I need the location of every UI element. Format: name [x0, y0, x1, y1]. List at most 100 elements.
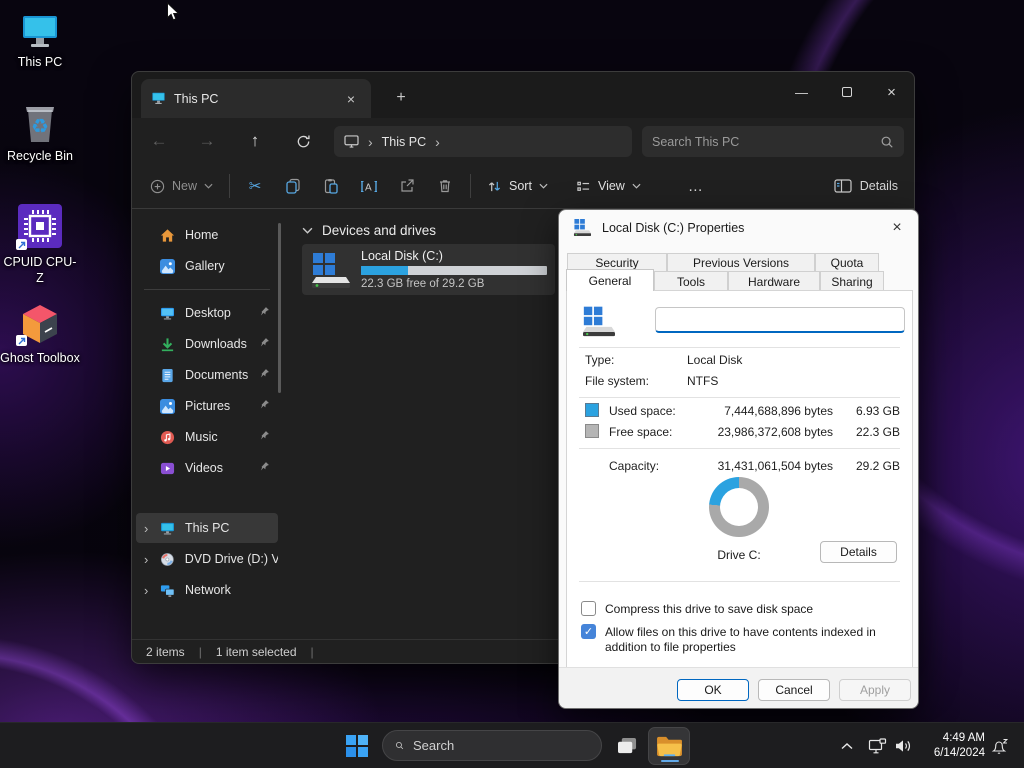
explorer-toolbar: New ✂ A Sort	[132, 164, 914, 209]
back-button[interactable]: ←	[142, 125, 176, 157]
sidebar-item-pictures[interactable]: Pictures	[136, 391, 278, 421]
desktop-wallpaper: This PC ♻ Recycle Bin CPUID CPU-Z	[0, 0, 1024, 768]
taskbar-clock[interactable]: 4:49 AM 6/14/2024	[934, 731, 985, 761]
plus-circle-icon	[150, 179, 165, 194]
sidebar-item-gallery[interactable]: Gallery	[136, 251, 278, 281]
bell-sleep-icon	[990, 738, 1009, 755]
forward-button[interactable]: →	[190, 125, 224, 157]
drive-tile-local-disk-c[interactable]: Local Disk (C:) 22.3 GB free of 29.2 GB	[302, 244, 555, 295]
capacity-bytes: 31,431,061,504 bytes	[703, 459, 833, 473]
shortcut-arrow-icon	[16, 335, 27, 346]
sidebar-item-dvd-drive[interactable]: › DVD Drive (D:) V	[136, 544, 278, 574]
desktop-icon	[160, 307, 175, 320]
network-tray-button[interactable]	[864, 723, 890, 768]
cut-button[interactable]: ✂	[236, 169, 274, 203]
tab-quota[interactable]: Quota	[815, 253, 879, 271]
sidebar-item-this-pc[interactable]: › This PC	[136, 513, 278, 543]
sidebar-item-documents[interactable]: Documents	[136, 360, 278, 390]
sidebar-item-videos[interactable]: Videos	[136, 453, 278, 483]
new-label: New	[172, 179, 197, 193]
this-pc-icon	[160, 522, 175, 535]
chevron-down-icon	[632, 183, 641, 189]
downloads-icon	[160, 337, 175, 352]
new-tab-button[interactable]: +	[388, 85, 414, 111]
breadcrumb-separator: ›	[368, 134, 373, 150]
desktop-icon-this-pc[interactable]: This PC	[0, 6, 80, 70]
view-icon	[576, 180, 591, 193]
details-pane-button[interactable]: Details	[834, 179, 898, 193]
properties-dialog: Local Disk (C:) Properties × Security Pr…	[558, 209, 919, 709]
share-button[interactable]	[388, 169, 426, 203]
taskbar-file-explorer-button[interactable]	[648, 727, 690, 765]
volume-tray-button[interactable]	[890, 723, 916, 768]
sidebar-item-label: Home	[185, 228, 218, 242]
details-button[interactable]: Details	[820, 541, 897, 563]
music-icon	[160, 430, 175, 445]
pin-icon	[259, 399, 270, 413]
mouse-cursor	[166, 2, 181, 28]
explorer-tab-this-pc[interactable]: This PC ×	[141, 79, 371, 118]
tab-tools[interactable]: Tools	[654, 271, 728, 290]
delete-button[interactable]	[426, 169, 464, 203]
refresh-button[interactable]	[286, 125, 320, 157]
tab-hardware[interactable]: Hardware	[728, 271, 820, 290]
divider	[579, 448, 900, 449]
dialog-close-button[interactable]: ×	[884, 216, 910, 240]
sidebar-item-music[interactable]: Music	[136, 422, 278, 452]
desktop-icon-recycle-bin[interactable]: ♻ Recycle Bin	[0, 100, 80, 164]
chevron-right-icon[interactable]: ›	[144, 583, 148, 598]
tab-previous-versions[interactable]: Previous Versions	[667, 253, 815, 271]
paste-button[interactable]	[312, 169, 350, 203]
explorer-searchbox[interactable]	[642, 126, 904, 157]
minimize-button[interactable]: —	[779, 72, 824, 112]
volume-label-input[interactable]	[655, 307, 905, 333]
tab-sharing[interactable]: Sharing	[820, 271, 884, 290]
sort-button[interactable]: Sort	[477, 169, 558, 203]
copy-button[interactable]	[274, 169, 312, 203]
sidebar-item-network[interactable]: › Network	[136, 575, 278, 605]
breadcrumb[interactable]: › This PC ›	[334, 126, 632, 157]
rename-button[interactable]: A	[350, 169, 388, 203]
desktop-icon-cpuz[interactable]: CPUID CPU-Z	[0, 198, 80, 286]
details-pane-icon	[834, 179, 852, 193]
svg-text:A: A	[365, 182, 372, 193]
toolbar-divider	[229, 174, 230, 198]
task-view-button[interactable]	[612, 723, 642, 768]
taskbar-search-input[interactable]	[413, 738, 589, 753]
sidebar-item-label: Pictures	[185, 399, 230, 413]
close-button[interactable]: ×	[869, 72, 914, 112]
chevron-down-icon	[302, 227, 313, 234]
view-button[interactable]: View	[566, 169, 651, 203]
up-button[interactable]: ↑	[238, 125, 272, 157]
sidebar-item-label: DVD Drive (D:) V	[185, 552, 278, 566]
sidebar-item-desktop[interactable]: Desktop	[136, 298, 278, 328]
taskbar-search[interactable]	[382, 730, 602, 761]
chevron-right-icon[interactable]: ›	[144, 552, 148, 567]
tray-chevron-button[interactable]	[836, 723, 858, 768]
compress-checkbox-label: Compress this drive to save disk space	[605, 602, 905, 617]
sidebar-item-home[interactable]: Home	[136, 220, 278, 250]
search-icon	[395, 738, 404, 753]
notifications-tray-button[interactable]	[986, 723, 1012, 768]
more-options-button[interactable]: …	[677, 169, 715, 203]
new-button[interactable]: New	[140, 169, 223, 203]
desktop-icon-ghost-toolbox[interactable]: Ghost Toolbox	[0, 298, 80, 366]
clock-time: 4:49 AM	[934, 731, 985, 746]
drive-usage-bar-fill	[361, 266, 408, 275]
tab-close-icon[interactable]: ×	[341, 89, 361, 109]
sidebar-item-downloads[interactable]: Downloads	[136, 329, 278, 359]
tab-general[interactable]: General	[566, 269, 654, 291]
compress-checkbox[interactable]	[581, 601, 596, 616]
sidebar-scrollbar[interactable]	[278, 223, 281, 393]
chevron-right-icon[interactable]: ›	[144, 521, 148, 536]
breadcrumb-this-pc[interactable]: This PC	[382, 135, 426, 149]
cancel-button[interactable]: Cancel	[758, 679, 830, 701]
sidebar-item-label: Desktop	[185, 306, 231, 320]
ok-button[interactable]: OK	[677, 679, 749, 701]
maximize-button[interactable]	[824, 72, 869, 112]
used-space-label: Used space:	[609, 404, 676, 418]
dialog-button-strip: OK Cancel Apply	[559, 667, 918, 708]
start-button[interactable]	[343, 723, 371, 768]
index-checkbox[interactable]: ✓	[581, 624, 596, 639]
search-input[interactable]	[652, 135, 880, 149]
